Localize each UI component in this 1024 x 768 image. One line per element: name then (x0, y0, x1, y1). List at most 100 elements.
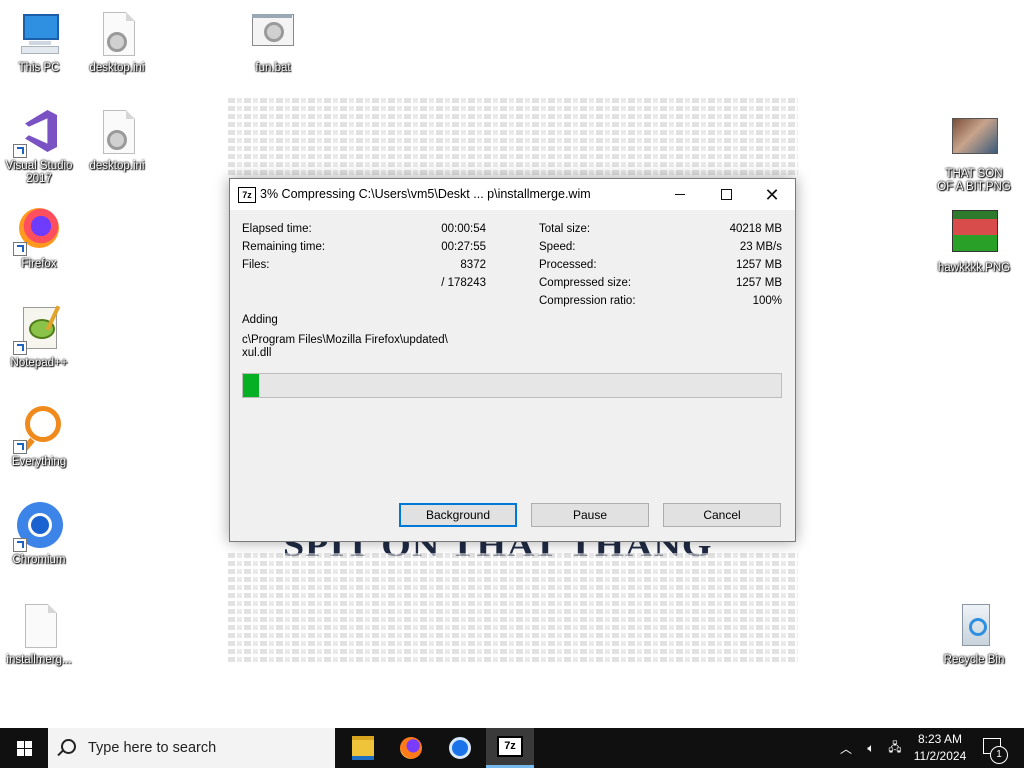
remaining-time-value: 00:27:55 (441, 241, 486, 253)
desktop-icon-label: This PC (18, 62, 60, 74)
files-total-value: / 178243 (441, 277, 486, 289)
progress-bar (242, 373, 782, 398)
processed-value: 1257 MB (735, 259, 782, 271)
maximize-button[interactable] (703, 179, 749, 210)
7zip-icon: 7z (497, 736, 523, 757)
maximize-icon (720, 189, 732, 200)
desktop-icon-label: desktop.ini (89, 62, 145, 74)
7zip-icon: 7z (238, 187, 256, 203)
clock-time: 8:23 AM (917, 732, 963, 746)
image-thumbnail-icon (950, 210, 998, 258)
file-icon (15, 602, 63, 650)
desktop-icon-this-pc[interactable]: This PC (1, 10, 77, 75)
desktop-icon-label: hawkkkk.PNG (937, 262, 1011, 274)
search-icon (61, 739, 76, 754)
desktop-icon-that-son-png[interactable]: THAT SON OF A BIT.PNG (936, 116, 1012, 194)
desktop-icon-recycle-bin[interactable]: Recycle Bin (936, 602, 1012, 667)
dialog-title: 3% Compressing C:\Users\vm5\Deskt ... p\… (260, 187, 591, 201)
chevron-up-icon: ︿ (839, 741, 852, 756)
settings-file-icon (93, 10, 141, 58)
clock-date: 11/2/2024 (913, 749, 967, 763)
files-label: Files: (242, 259, 270, 271)
desktop-icon-chromium[interactable]: Chromium (1, 502, 77, 567)
desktop-icon-fun-bat[interactable]: fun.bat (235, 10, 311, 75)
taskbar-file-explorer[interactable] (339, 728, 387, 768)
wallpaper-text-block-top (228, 95, 798, 185)
network-icon: 🖧︎ (888, 739, 902, 754)
background-button[interactable]: Background (399, 503, 517, 527)
everything-search-icon (13, 404, 63, 454)
minimize-button[interactable] (657, 179, 703, 210)
desktop-icon-hawkkkk-png[interactable]: hawkkkk.PNG (936, 210, 1012, 275)
taskbar-search-box[interactable]: Type here to search (48, 728, 335, 768)
volume-button[interactable]: 🔈︎ (860, 728, 882, 768)
elapsed-time-label: Elapsed time: (242, 223, 312, 235)
desktop-icon-label: Visual Studio 2017 (5, 160, 73, 185)
chromium-icon (13, 502, 63, 552)
pause-button[interactable]: Pause (531, 503, 649, 527)
volume-muted-icon: 🔈︎ (867, 740, 875, 755)
total-size-label: Total size: (539, 223, 591, 235)
notepad-plus-plus-icon (13, 305, 63, 355)
desktop-icon-label: installmerg... (6, 654, 72, 666)
visual-studio-icon (13, 108, 63, 158)
close-button[interactable]: ✕ (749, 179, 795, 210)
speed-label: Speed: (539, 241, 576, 253)
current-file-name: xul.dll (242, 347, 272, 359)
cancel-button[interactable]: Cancel (663, 503, 781, 527)
compression-ratio-value: 100% (752, 295, 782, 307)
recycle-bin-icon (950, 602, 998, 650)
compression-ratio-label: Compression ratio: (539, 295, 636, 307)
network-button[interactable]: 🖧︎ (884, 728, 906, 768)
desktop-icon-installmerge[interactable]: installmerg... (1, 602, 77, 667)
start-button[interactable] (0, 728, 48, 768)
processed-label: Processed: (539, 259, 597, 271)
desktop-icon-notepad-plus-plus[interactable]: Notepad++ (1, 305, 77, 370)
batch-file-icon (249, 10, 297, 58)
desktop-icon-everything[interactable]: Everything (1, 404, 77, 469)
taskbar-firefox[interactable] (387, 728, 435, 768)
taskbar-chromium[interactable] (436, 728, 484, 768)
taskbar-7zip[interactable]: 7z (486, 728, 534, 768)
file-explorer-icon (352, 736, 374, 760)
wallpaper-text-block-bottom (228, 550, 798, 670)
operation-label: Adding (242, 314, 278, 326)
computer-icon (15, 10, 63, 58)
desktop-icon-desktop-ini[interactable]: desktop.ini (79, 10, 155, 75)
chromium-icon (449, 737, 471, 759)
compressed-size-label: Compressed size: (539, 277, 632, 289)
desktop-icon-label: Chromium (12, 554, 66, 566)
remaining-time-label: Remaining time: (242, 241, 326, 253)
desktop-icon-label: fun.bat (255, 62, 291, 74)
close-icon: ✕ (764, 184, 780, 205)
settings-file-icon (93, 108, 141, 156)
desktop-icon-label: Notepad++ (10, 357, 68, 369)
windows-logo-icon (16, 740, 32, 756)
elapsed-time-value: 00:00:54 (441, 223, 486, 235)
search-placeholder: Type here to search (88, 740, 217, 756)
desktop-icon-visual-studio[interactable]: Visual Studio 2017 (1, 108, 77, 186)
files-value: 8372 (460, 259, 486, 271)
firefox-icon (400, 737, 422, 759)
notification-count-badge: 1 (990, 746, 1008, 764)
speed-value: 23 MB/s (739, 241, 782, 253)
desktop-icon-label: Recycle Bin (943, 654, 1005, 666)
progress-bar-fill (243, 374, 260, 397)
desktop-icon-label: desktop.ini (89, 160, 145, 172)
desktop-icon-label: Firefox (21, 258, 57, 270)
compressed-size-value: 1257 MB (735, 277, 782, 289)
taskbar: Type here to search 7z ︿ 🔈︎ 🖧︎ 8:23 AM 1… (0, 728, 1024, 768)
desktop-icon-desktop-ini-2[interactable]: desktop.ini (79, 108, 155, 173)
compression-progress-dialog: 7z 3% Compressing C:\Users\vm5\Deskt ...… (229, 178, 796, 542)
desktop-icon-firefox[interactable]: Firefox (1, 206, 77, 271)
current-file-path: c\Program Files\Mozilla Firefox\updated\ (242, 334, 448, 346)
image-thumbnail-icon (950, 116, 998, 164)
show-hidden-icons-button[interactable]: ︿ (836, 728, 856, 768)
dialog-titlebar[interactable]: 7z 3% Compressing C:\Users\vm5\Deskt ...… (230, 179, 795, 210)
total-size-value: 40218 MB (729, 223, 782, 235)
desktop-icon-label: Everything (11, 456, 67, 468)
taskbar-clock[interactable]: 8:23 AM 11/2/2024 (905, 731, 975, 765)
desktop-icon-label: THAT SON OF A BIT.PNG (937, 168, 1011, 193)
firefox-icon (13, 206, 63, 256)
minimize-icon (675, 194, 685, 195)
